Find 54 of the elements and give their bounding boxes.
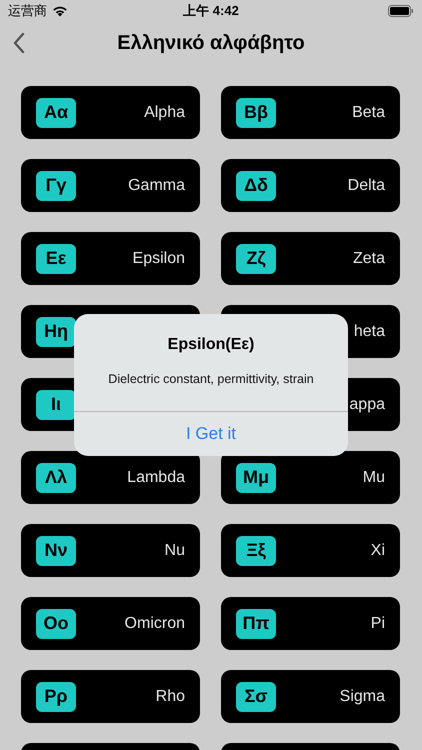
back-button[interactable] (12, 32, 26, 54)
letter-name: heta (354, 322, 385, 340)
letter-name: Alpha (144, 104, 185, 122)
letter-name: Mu (362, 468, 385, 486)
wifi-icon (52, 5, 68, 17)
letter-symbol: Νν (36, 536, 76, 566)
letter-name: Epsilon (132, 250, 185, 268)
letter-name: Beta (352, 104, 385, 122)
letter-symbol: Ιι (36, 390, 76, 420)
letter-name: Pi (370, 614, 385, 632)
letter-card[interactable]: Λλ Lambda (21, 451, 200, 504)
letter-card[interactable]: Αα Alpha (21, 86, 200, 139)
page-title: Ελληνικό αλφάβητο (117, 32, 305, 54)
letter-symbol: Ββ (236, 98, 276, 128)
letter-name: Omicron (124, 614, 185, 632)
letter-name: Nu (164, 542, 185, 560)
status-time: 上午 4:42 (183, 2, 239, 20)
letter-name: Delta (348, 176, 385, 194)
letter-name: Rho (156, 688, 185, 706)
letter-symbol: Μμ (236, 462, 276, 492)
letter-card[interactable]: Ππ Pi (221, 597, 400, 650)
battery-icon (388, 5, 414, 17)
letter-symbol: Γγ (36, 170, 76, 200)
letter-name: appa (349, 396, 385, 414)
letter-symbol: Οο (36, 608, 76, 638)
alert-title: Epsilon(Εε) (168, 336, 254, 354)
letter-card[interactable]: Δδ Delta (221, 159, 400, 212)
letter-name: Sigma (340, 688, 385, 706)
alert-message: Dielectric constant, permittivity, strain (108, 372, 314, 386)
letter-symbol: Εε (36, 244, 76, 274)
letter-card[interactable]: Ξξ Xi (221, 524, 400, 577)
letter-symbol: Αα (36, 98, 76, 128)
letter-symbol: Ππ (236, 608, 276, 638)
carrier-name: 运营商 (8, 2, 47, 20)
letter-card[interactable]: Οο Omicron (21, 597, 200, 650)
letter-card[interactable]: Ζζ Zeta (221, 232, 400, 285)
letter-symbol: Σσ (236, 682, 276, 712)
letter-card[interactable]: Γγ Gamma (21, 159, 200, 212)
letter-card[interactable]: Ββ Beta (221, 86, 400, 139)
letter-card[interactable]: Σσ Sigma (221, 670, 400, 723)
letter-card[interactable]: Μμ Mu (221, 451, 400, 504)
letter-name: Xi (370, 542, 385, 560)
letter-symbol: Λλ (36, 462, 76, 492)
letter-symbol: Ξξ (236, 536, 276, 566)
letter-symbol: Δδ (236, 170, 276, 200)
letter-symbol: Ζζ (236, 244, 276, 274)
letter-symbol: Ηη (36, 316, 76, 346)
letter-name: Lambda (127, 468, 185, 486)
letter-symbol: Ρρ (36, 682, 76, 712)
letter-name: Gamma (128, 176, 185, 194)
letter-name: Zeta (352, 250, 385, 268)
letter-card[interactable]: Νν Nu (21, 524, 200, 577)
letter-card[interactable]: Εε Epsilon (21, 232, 200, 285)
letter-card[interactable]: Ρρ Rho (21, 670, 200, 723)
